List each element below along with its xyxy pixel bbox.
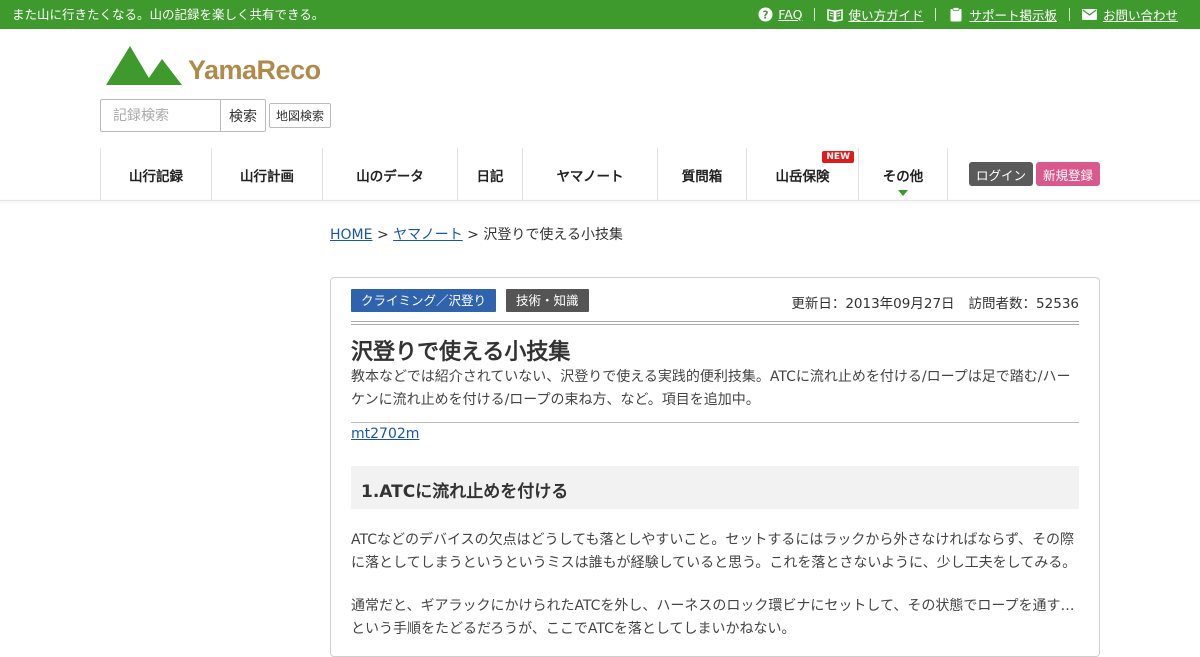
breadcrumb-separator: > [467,227,479,243]
contact-link[interactable]: お問い合わせ [1070,5,1178,24]
record-search-input[interactable] [100,99,221,132]
nav-item-records[interactable]: 山行記録 [100,148,211,201]
site-tagline: また山に行きたくなる。山の記録を楽しく共有できる。 [12,7,325,22]
top-bar: また山に行きたくなる。山の記録を楽しく共有できる。 ? FAQ 使い方ガイド サ… [0,0,1200,29]
visitor-count: 訪問者数：52536 [968,296,1079,312]
article-card: クライミング／沢登り 技術・知識 更新日：2013年09月27日 訪問者数：525… [330,277,1100,657]
svg-text:?: ? [762,9,768,21]
support-board-link[interactable]: サポート掲示板 [936,5,1069,24]
nav-item-yamanote[interactable]: ヤマノート [522,148,657,201]
nav-divider [0,200,1200,201]
category-tag-technique: 技術・知識 [506,289,589,312]
nav-item-diary[interactable]: 日記 [457,148,522,201]
body-paragraph: 通常だと、ギアラックにかけられたATCを外し、ハーネスのロック環ビナにセットして… [351,598,1075,637]
book-icon [827,7,844,23]
new-badge: NEW [822,151,854,163]
nav-item-questions[interactable]: 質問箱 [657,148,746,201]
mail-icon [1082,7,1098,23]
contact-link-label: お問い合わせ [1102,8,1178,23]
article-meta: 更新日：2013年09月27日 訪問者数：52536 [791,292,1079,312]
nav-item-insurance[interactable]: 山岳保険 NEW [746,148,858,201]
double-divider [351,321,1079,325]
guide-link-label: 使い方ガイド [848,8,924,23]
nav-item-plans[interactable]: 山行計画 [211,148,322,201]
clipboard-icon [948,7,964,23]
nav-item-label: 日記 [476,168,504,185]
help-circle-icon: ? [757,7,773,23]
nav-item-label: その他 [882,168,924,185]
nav-item-label: 山岳保険 [775,168,830,185]
author-link[interactable]: mt2702m [351,426,419,442]
breadcrumb-home[interactable]: HOME [330,227,372,243]
nav-item-label: ヤマノート [556,168,624,185]
support-board-label: サポート掲示板 [969,8,1057,23]
nav-item-label: 山行記録 [129,168,183,185]
mountain-logo-icon [106,46,182,85]
updated-date: 更新日：2013年09月27日 [791,296,955,312]
nav-item-label: 山のデータ [356,168,424,185]
caret-down-icon [898,190,908,196]
logo-text: YamaReco [188,55,321,85]
faq-link[interactable]: ? FAQ [745,7,814,23]
main-nav: 山行記録 山行計画 山のデータ 日記 ヤマノート 質問箱 山岳保険 NEW その… [100,148,948,201]
section-heading: 1.ATCに流れ止めを付ける [361,482,569,502]
article-summary: 教本などでは紹介されていない、沢登りで使える実践的便利技集。ATCに流れ止めを付… [351,369,1071,408]
divider [351,422,1079,423]
register-button[interactable]: 新規登録 [1036,162,1100,186]
nav-item-label: 質問箱 [681,168,723,185]
guide-link[interactable]: 使い方ガイド [815,5,935,24]
body-paragraph: ATCなどのデバイスの欠点はどうしても落としやすいこと。セットするにはラックから… [351,532,1077,571]
breadcrumb: HOME > ヤマノート > 沢登りで使える小技集 [330,224,623,244]
breadcrumb-separator: > [376,227,389,243]
map-search-button[interactable]: 地図検索 [269,103,331,128]
faq-link-label: FAQ [778,7,803,22]
breadcrumb-yamanote[interactable]: ヤマノート [393,227,463,243]
article-title: 沢登りで使える小技集 [351,340,571,365]
breadcrumb-current: 沢登りで使える小技集 [483,227,623,243]
nav-item-other[interactable]: その他 [858,148,948,201]
nav-item-label: 山行計画 [240,168,294,185]
top-links: ? FAQ 使い方ガイド サポート掲示板 お問い合わせ [745,0,1178,29]
section-heading-box: 1.ATCに流れ止めを付ける [351,466,1079,509]
search-button[interactable]: 検索 [220,99,266,132]
category-tag-climbing[interactable]: クライミング／沢登り [351,289,497,312]
login-button[interactable]: ログイン [969,162,1033,186]
nav-item-mountain-data[interactable]: 山のデータ [322,148,457,201]
site-logo[interactable]: YamaReco [106,43,322,85]
